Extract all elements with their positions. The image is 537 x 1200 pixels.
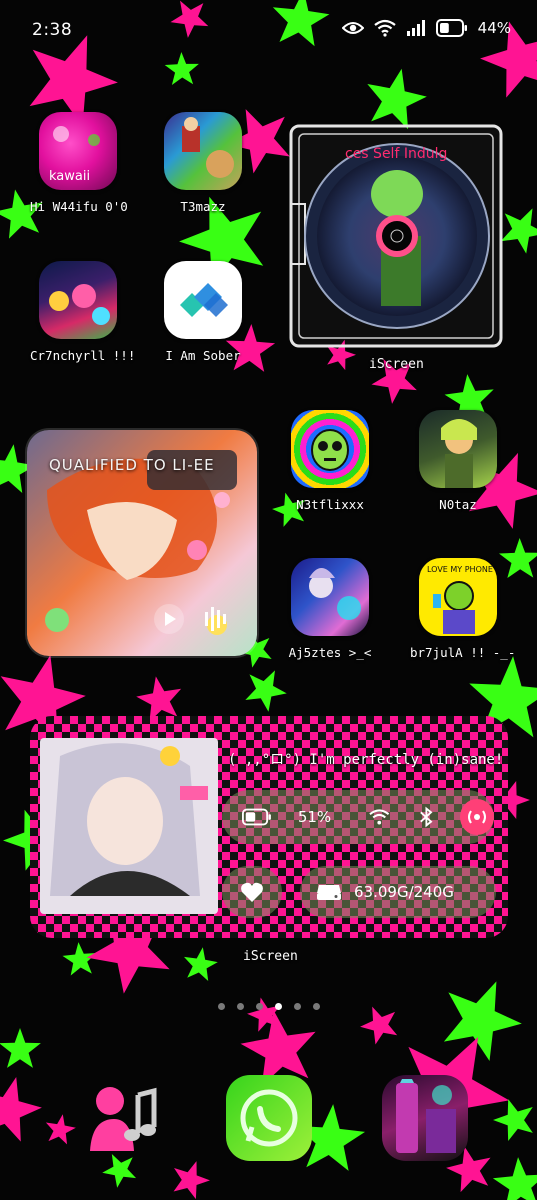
eye-icon <box>341 22 364 34</box>
favorite-toggle[interactable] <box>222 866 282 918</box>
page-dot[interactable] <box>293 1003 301 1010</box>
n0taz-icon <box>419 410 497 488</box>
aj5ztes-icon <box>291 558 369 636</box>
photo-music-widget[interactable]: QUALIFIED TO LI-EE <box>27 430 257 656</box>
storage-icon <box>317 885 341 900</box>
status-bar: 2:38 44% <box>0 0 537 62</box>
storage-text: 63.09G/240G <box>354 883 454 901</box>
app-n3tflixxx[interactable]: N3tflixxx <box>282 410 378 512</box>
clock: 2:38 <box>32 20 73 40</box>
wifi-icon <box>373 19 396 37</box>
hotspot-icon <box>468 810 487 824</box>
app-label: T3mazz <box>180 199 226 214</box>
app-cr7nchyrll[interactable]: Cr7nchyrll !!! <box>30 261 136 363</box>
app-t3mazz[interactable]: T3mazz <box>155 112 251 214</box>
hi-waifu-icon: kawaii <box>39 112 117 190</box>
page-dot[interactable] <box>274 1003 282 1010</box>
status-widget-label: iScreen <box>243 949 298 964</box>
heart-icon <box>241 882 263 902</box>
signal-icon <box>406 20 425 36</box>
battery-icon <box>435 19 467 37</box>
app-br7jula[interactable]: LOVE MY PHONE br7julA !! -_- <box>410 558 516 660</box>
app-i-am-sober[interactable]: I Am Sober <box>155 261 251 363</box>
dock-messenger[interactable] <box>80 1075 166 1161</box>
page-dot[interactable] <box>236 1003 244 1010</box>
storage-indicator: 63.09G/240G <box>300 866 496 918</box>
cr7nchyrll-icon <box>39 261 117 339</box>
messenger-icon <box>90 1087 157 1151</box>
status-widget-top-row: 51% <box>222 790 494 844</box>
svg-text:kawaii: kawaii <box>49 169 90 184</box>
page-dot[interactable] <box>217 1003 225 1010</box>
hotspot-toggle[interactable] <box>460 799 494 835</box>
battery-icon <box>242 808 271 826</box>
dock-whatsapp[interactable] <box>226 1075 312 1161</box>
app-label: N3tflixxx <box>296 497 364 512</box>
dock-gallery[interactable] <box>382 1075 468 1161</box>
wifi-toggle-icon[interactable] <box>369 808 390 826</box>
app-label: br7julA !! -_- <box>410 645 516 660</box>
t3mazz-icon <box>164 112 242 190</box>
cd-widget-label: iScreen <box>369 357 424 372</box>
app-label: Aj5ztes >_< <box>288 645 372 660</box>
svg-text:ces Self Indulg: ces Self Indulg <box>345 146 447 162</box>
n3tflixxx-icon <box>291 410 369 488</box>
page-indicator[interactable] <box>0 1003 537 1010</box>
widget-battery-percent: 51% <box>297 808 332 826</box>
page-dot[interactable] <box>255 1003 263 1010</box>
i-am-sober-icon <box>164 261 242 339</box>
whatsapp-icon <box>240 1089 298 1147</box>
page-dot[interactable] <box>312 1003 320 1010</box>
app-label: I Am Sober <box>165 348 241 363</box>
gallery-icon <box>396 1079 456 1153</box>
photo-widget-title: QUALIFIED TO LI-EE <box>49 456 215 474</box>
app-label: Hi W44ifu 0'0 <box>30 199 128 214</box>
app-label: N0taz <box>439 497 477 512</box>
br7jula-icon: LOVE MY PHONE <box>419 558 497 636</box>
bluetooth-toggle-icon[interactable] <box>418 806 435 828</box>
app-label: Cr7nchyrll !!! <box>30 348 136 363</box>
svg-text:LOVE MY PHONE: LOVE MY PHONE <box>427 565 493 574</box>
app-n0taz[interactable]: N0taz <box>410 410 506 512</box>
status-widget-caption: ( ,,°ロ°) I'm perfectly (in)sane! <box>228 752 504 768</box>
play-controls <box>154 604 226 634</box>
battery-percent: 44% <box>477 19 511 37</box>
app-aj5ztes[interactable]: Aj5ztes >_< <box>282 558 378 660</box>
cd-player-widget[interactable]: ces Self Indulg <box>289 124 503 348</box>
app-hi-waifu[interactable]: kawaii Hi W44ifu 0'0 <box>30 112 128 214</box>
